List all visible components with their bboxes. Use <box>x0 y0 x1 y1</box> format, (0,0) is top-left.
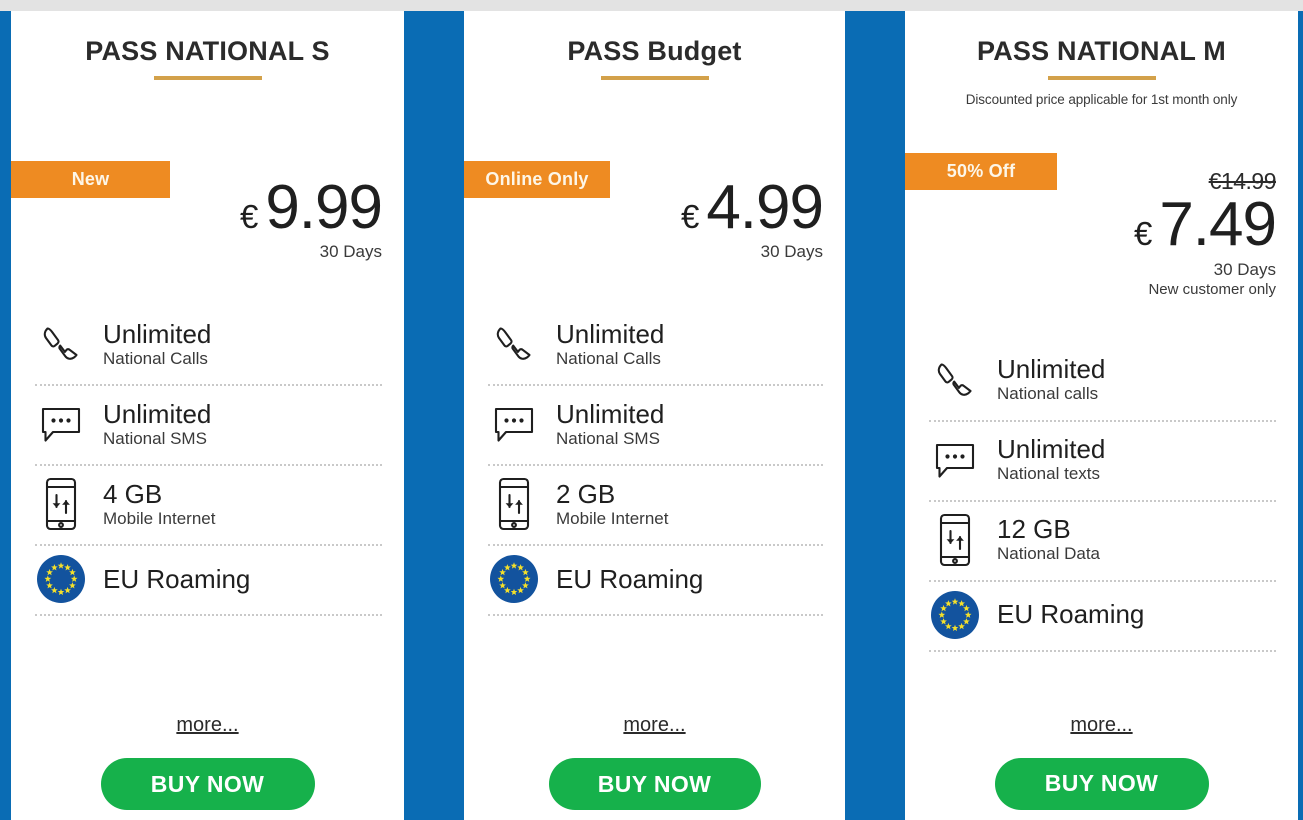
feature-label: National Calls <box>103 348 208 368</box>
price-note: New customer only <box>1148 280 1276 298</box>
promo-badge: New <box>11 161 170 199</box>
buy-now-button[interactable]: BUY NOW <box>548 758 761 810</box>
feature-label: National texts <box>997 463 1100 483</box>
feature-row: Unlimited National SMS <box>35 386 382 467</box>
price-period: 30 Days <box>760 242 823 262</box>
pricing-card-list: PASS NATIONAL S New €9.99 30 Days Unlimited N… <box>0 0 1303 820</box>
price-period: 30 Days <box>319 242 382 262</box>
feature-value: Unlimited <box>103 318 212 349</box>
feature-value: 4 GB <box>103 478 163 509</box>
currency-symbol: € <box>680 197 700 235</box>
feature-label: National calls <box>997 383 1099 403</box>
feature-label: National Calls <box>556 348 661 368</box>
price-amount: 7.49 <box>1159 189 1277 259</box>
price-block: 50% Off €14.99 €7.49 30 Days New customer on… <box>905 152 1298 298</box>
feature-row: EU Roaming <box>35 546 382 617</box>
feature-value: Unlimited <box>997 433 1106 464</box>
price-block: New €9.99 30 Days <box>11 161 404 263</box>
feature-value: Unlimited <box>556 398 665 429</box>
sms-bubble-icon <box>35 398 87 450</box>
feature-row: Unlimited National texts <box>929 422 1276 502</box>
feature-label: National SMS <box>556 428 660 448</box>
phone-handset-icon <box>35 318 87 370</box>
price-amount: 9.99 <box>265 172 383 242</box>
eu-flag-icon <box>35 553 87 605</box>
title-underline <box>1047 76 1156 80</box>
price-amount: 4.99 <box>706 172 824 242</box>
feature-row: Unlimited National Calls <box>488 306 823 387</box>
buy-now-button[interactable]: BUY NOW <box>994 757 1209 810</box>
title-underline <box>600 76 709 80</box>
currency-symbol: € <box>239 197 259 235</box>
sms-bubble-icon <box>488 398 540 450</box>
title-underline <box>153 76 262 80</box>
feature-label: National SMS <box>103 428 207 448</box>
more-link[interactable]: more... <box>176 714 238 737</box>
feature-row: EU Roaming <box>488 546 823 617</box>
more-link[interactable]: more... <box>1070 714 1132 737</box>
feature-row: Unlimited National Calls <box>35 306 382 387</box>
sms-bubble-icon <box>929 434 981 486</box>
feature-value: Unlimited <box>997 353 1106 384</box>
feature-row: 2 GB Mobile Internet <box>488 466 823 547</box>
feature-list: Unlimited National Calls Unlimited National… <box>11 306 404 617</box>
feature-value: EU Roaming <box>997 599 1145 630</box>
feature-value: 12 GB <box>997 513 1071 544</box>
mobile-data-icon <box>35 478 87 531</box>
card-footer: more... BUY NOW <box>11 714 404 820</box>
eu-flag-icon <box>929 589 981 641</box>
mobile-data-icon <box>488 478 540 531</box>
feature-value: EU Roaming <box>103 564 251 595</box>
price-block: Online Only €4.99 30 Days <box>464 161 845 263</box>
pricing-card: PASS NATIONAL S New €9.99 30 Days Unlimited N… <box>11 11 404 820</box>
pricing-card: PASS Budget Online Only €4.99 30 Days Unlimi… <box>464 11 845 820</box>
more-link[interactable]: more... <box>623 714 685 737</box>
promo-badge: Online Only <box>464 161 610 199</box>
feature-value: 2 GB <box>556 478 616 509</box>
buy-now-button[interactable]: BUY NOW <box>100 758 315 810</box>
feature-row: 12 GB National Data <box>929 502 1276 582</box>
card-footer: more... BUY NOW <box>905 714 1298 820</box>
feature-row: Unlimited National calls <box>929 342 1276 422</box>
feature-list: Unlimited National Calls Unlimited National… <box>464 306 845 617</box>
pricing-card: PASS NATIONAL M Discounted price applicab… <box>905 11 1298 820</box>
phone-handset-icon <box>488 318 540 370</box>
feature-value: Unlimited <box>556 318 665 349</box>
feature-label: Mobile Internet <box>103 508 216 528</box>
feature-label: National Data <box>997 543 1101 563</box>
card-title: PASS NATIONAL M <box>976 36 1226 66</box>
card-footer: more... BUY NOW <box>464 714 845 820</box>
phone-handset-icon <box>929 354 981 406</box>
mobile-data-icon <box>929 513 981 566</box>
feature-value: Unlimited <box>103 398 212 429</box>
feature-row: EU Roaming <box>929 582 1276 652</box>
feature-list: Unlimited National calls Unlimited National… <box>905 342 1298 652</box>
promo-badge: 50% Off <box>905 152 1057 190</box>
feature-value: EU Roaming <box>556 564 704 595</box>
card-title: PASS NATIONAL S <box>85 36 330 66</box>
price-period: 30 Days <box>1213 259 1276 279</box>
feature-label: Mobile Internet <box>556 508 669 528</box>
card-subtitle: Discounted price applicable for 1st mont… <box>965 92 1238 107</box>
feature-row: 4 GB Mobile Internet <box>35 466 382 547</box>
currency-symbol: € <box>1133 214 1153 252</box>
card-title: PASS Budget <box>567 36 742 66</box>
feature-row: Unlimited National SMS <box>488 386 823 467</box>
eu-flag-icon <box>488 553 540 605</box>
